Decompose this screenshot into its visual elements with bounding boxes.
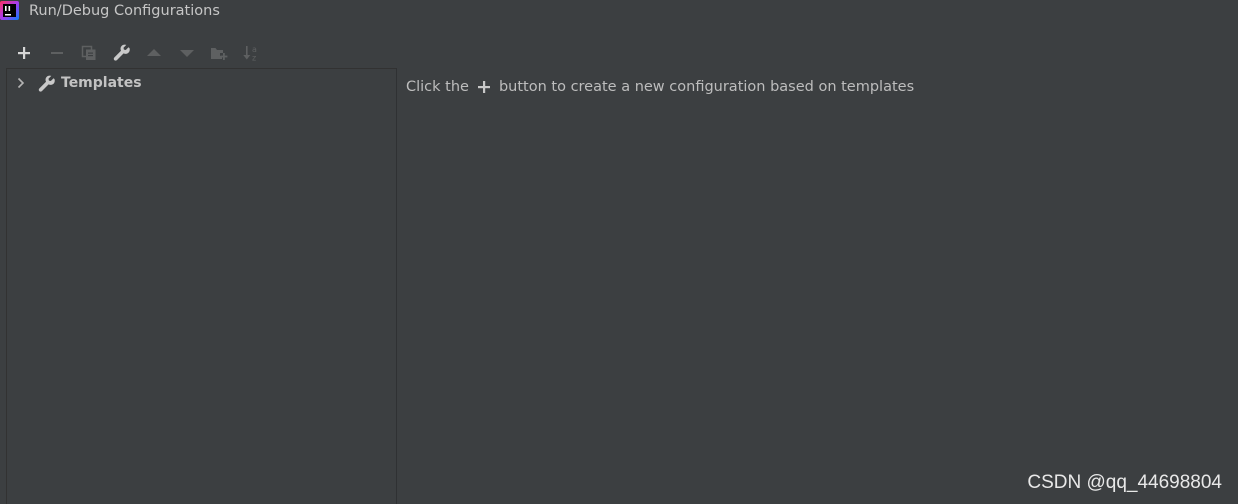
add-icon: [18, 47, 31, 59]
move-up-icon: [147, 49, 162, 56]
edit-templates-button[interactable]: [106, 42, 139, 64]
chevron-right-icon[interactable]: [16, 77, 26, 89]
copy-icon: [82, 45, 96, 60]
hint-text-after: button to create a new configuration bas…: [498, 79, 915, 95]
copy-button[interactable]: [73, 42, 106, 64]
title-bar: Run/Debug Configurations: [0, 0, 1238, 24]
tree-item-label: Templates: [61, 75, 142, 91]
remove-button[interactable]: [41, 42, 74, 64]
move-up-button[interactable]: [138, 42, 171, 64]
window-title: Run/Debug Configurations: [29, 3, 220, 19]
move-down-icon: [179, 50, 194, 57]
hint-text-before: Click the: [406, 79, 469, 95]
new-folder-button[interactable]: [203, 42, 236, 64]
empty-state-hint: Click the button to create a new configu…: [406, 77, 914, 97]
intellij-idea-icon: [0, 1, 19, 20]
configurations-tree[interactable]: Templates: [6, 68, 397, 504]
wrench-icon: [38, 75, 55, 92]
toolbar: a z: [8, 41, 268, 65]
add-icon: [477, 80, 491, 94]
remove-icon: [50, 52, 63, 54]
svg-text:z: z: [252, 54, 256, 63]
sort-alphabetically-icon: a z: [243, 45, 257, 63]
move-down-button[interactable]: [171, 42, 204, 64]
watermark: CSDN @qq_44698804: [1027, 472, 1222, 493]
add-button[interactable]: [8, 42, 41, 64]
wrench-icon: [113, 44, 130, 61]
new-folder-icon: [211, 48, 228, 60]
tree-item-templates[interactable]: Templates: [7, 72, 396, 94]
sort-alphabetically-button[interactable]: a z: [236, 42, 269, 64]
